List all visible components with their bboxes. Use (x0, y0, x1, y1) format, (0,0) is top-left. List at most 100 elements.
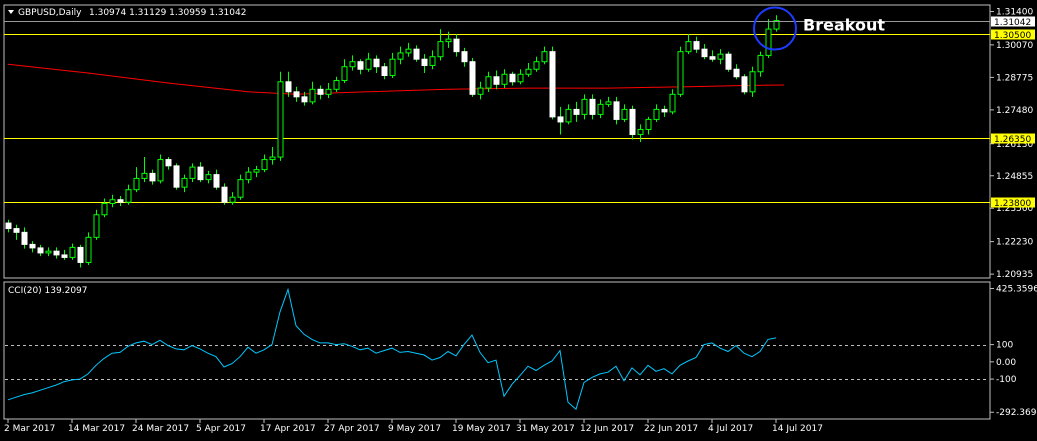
candle-body (461, 51, 468, 63)
price-tick-label: 1.30070 (996, 41, 1033, 51)
candle-body (637, 128, 644, 135)
time-tick-label: 9 May 2017 (388, 424, 441, 434)
candle-body (437, 41, 444, 58)
time-tick-label: 19 May 2017 (452, 424, 511, 434)
candle-body (317, 88, 324, 95)
candle-body (285, 81, 292, 93)
time-tick-label: 4 Jul 2017 (708, 424, 753, 434)
cci-label: CCI(20) 139.2097 (8, 286, 88, 296)
time-tick-label: 27 Apr 2017 (324, 424, 380, 434)
candle-body (21, 231, 28, 245)
candle-90 (725, 51, 732, 72)
candle-body (677, 51, 684, 95)
candle-body (325, 88, 332, 95)
candle-body (61, 254, 68, 258)
candle-body (717, 53, 724, 60)
candle-body (725, 53, 732, 70)
candle-body (373, 58, 380, 68)
candle-58 (469, 57, 476, 97)
symbol-label: GBPUSD,Daily (18, 8, 82, 18)
candle-body (709, 56, 716, 60)
cci-tick-label: -100 (996, 375, 1017, 385)
price-tick-label: 1.20935 (996, 270, 1033, 280)
candle-21 (173, 163, 180, 190)
candle-body (581, 98, 588, 115)
candle-body (765, 28, 772, 56)
candle-body (397, 52, 404, 60)
candle-10 (85, 232, 92, 265)
candle-body (613, 101, 620, 120)
candle-body (309, 88, 316, 103)
candle-body (525, 68, 532, 75)
candle-body (269, 156, 276, 161)
candle-body (589, 98, 596, 115)
candle-body (141, 172, 148, 179)
candle-body (605, 101, 612, 105)
cci-tick-label: -292.3692 (996, 408, 1037, 418)
candle-body (469, 61, 476, 95)
candle-body (749, 71, 756, 93)
candle-84 (677, 46, 684, 97)
candle-body (237, 179, 244, 198)
cci-tick-label: 100 (996, 341, 1013, 351)
candle-body (13, 228, 20, 233)
candle-body (621, 108, 628, 120)
candle-body (101, 202, 108, 216)
candle-body (365, 58, 372, 70)
candle-body (485, 76, 492, 89)
candle-body (37, 247, 44, 254)
candle-body (693, 41, 700, 50)
candle-body (245, 171, 252, 181)
candle-body (157, 159, 164, 182)
candle-body (389, 58, 396, 77)
candle-body (349, 61, 356, 68)
candle-body (133, 177, 140, 191)
candle-body (181, 177, 188, 188)
candle-body (413, 48, 420, 60)
candle-body (381, 66, 388, 77)
cci-tick-label: 425.3596 (996, 285, 1037, 295)
candle-body (333, 80, 340, 90)
level-label-2: 1.23800 (994, 199, 1031, 209)
candle-body (541, 51, 548, 63)
breakout-label: Breakout (803, 16, 885, 35)
candle-body (445, 38, 452, 43)
candle-body (253, 169, 260, 173)
candle-body (173, 165, 180, 188)
candle-body (645, 118, 652, 130)
candle-body (77, 246, 84, 263)
time-tick-label: 24 Mar 2017 (132, 424, 189, 434)
candle-body (741, 76, 748, 93)
candle-68 (549, 46, 556, 120)
current-price-label: 1.31042 (994, 18, 1031, 28)
time-tick-label: 14 Mar 2017 (68, 424, 125, 434)
candle-body (517, 73, 524, 83)
price-tick-label: 1.27480 (996, 106, 1033, 116)
candle-body (597, 103, 604, 115)
candle-body (69, 246, 76, 258)
candle-body (493, 76, 500, 85)
time-tick-label: 22 Jun 2017 (644, 424, 698, 434)
candle-body (29, 243, 36, 249)
time-tick-label: 14 Jul 2017 (772, 424, 823, 434)
candle-body (357, 61, 364, 70)
candle-body (301, 96, 308, 103)
candle-body (109, 199, 116, 204)
candle-34 (277, 71, 284, 161)
candle-body (565, 108, 572, 123)
candle-body (501, 73, 508, 85)
chart-background (0, 0, 1037, 441)
candle-78 (629, 105, 636, 140)
candle-body (421, 58, 428, 66)
candle-body (197, 166, 204, 181)
candle-body (661, 108, 668, 113)
candle-body (221, 186, 228, 203)
candle-body (45, 250, 52, 254)
candle-body (229, 196, 236, 203)
candle-92 (741, 74, 748, 95)
candle-body (477, 87, 484, 95)
candle-body (453, 38, 460, 53)
candle-body (757, 54, 764, 73)
candle-body (629, 108, 636, 135)
candle-body (165, 159, 172, 167)
